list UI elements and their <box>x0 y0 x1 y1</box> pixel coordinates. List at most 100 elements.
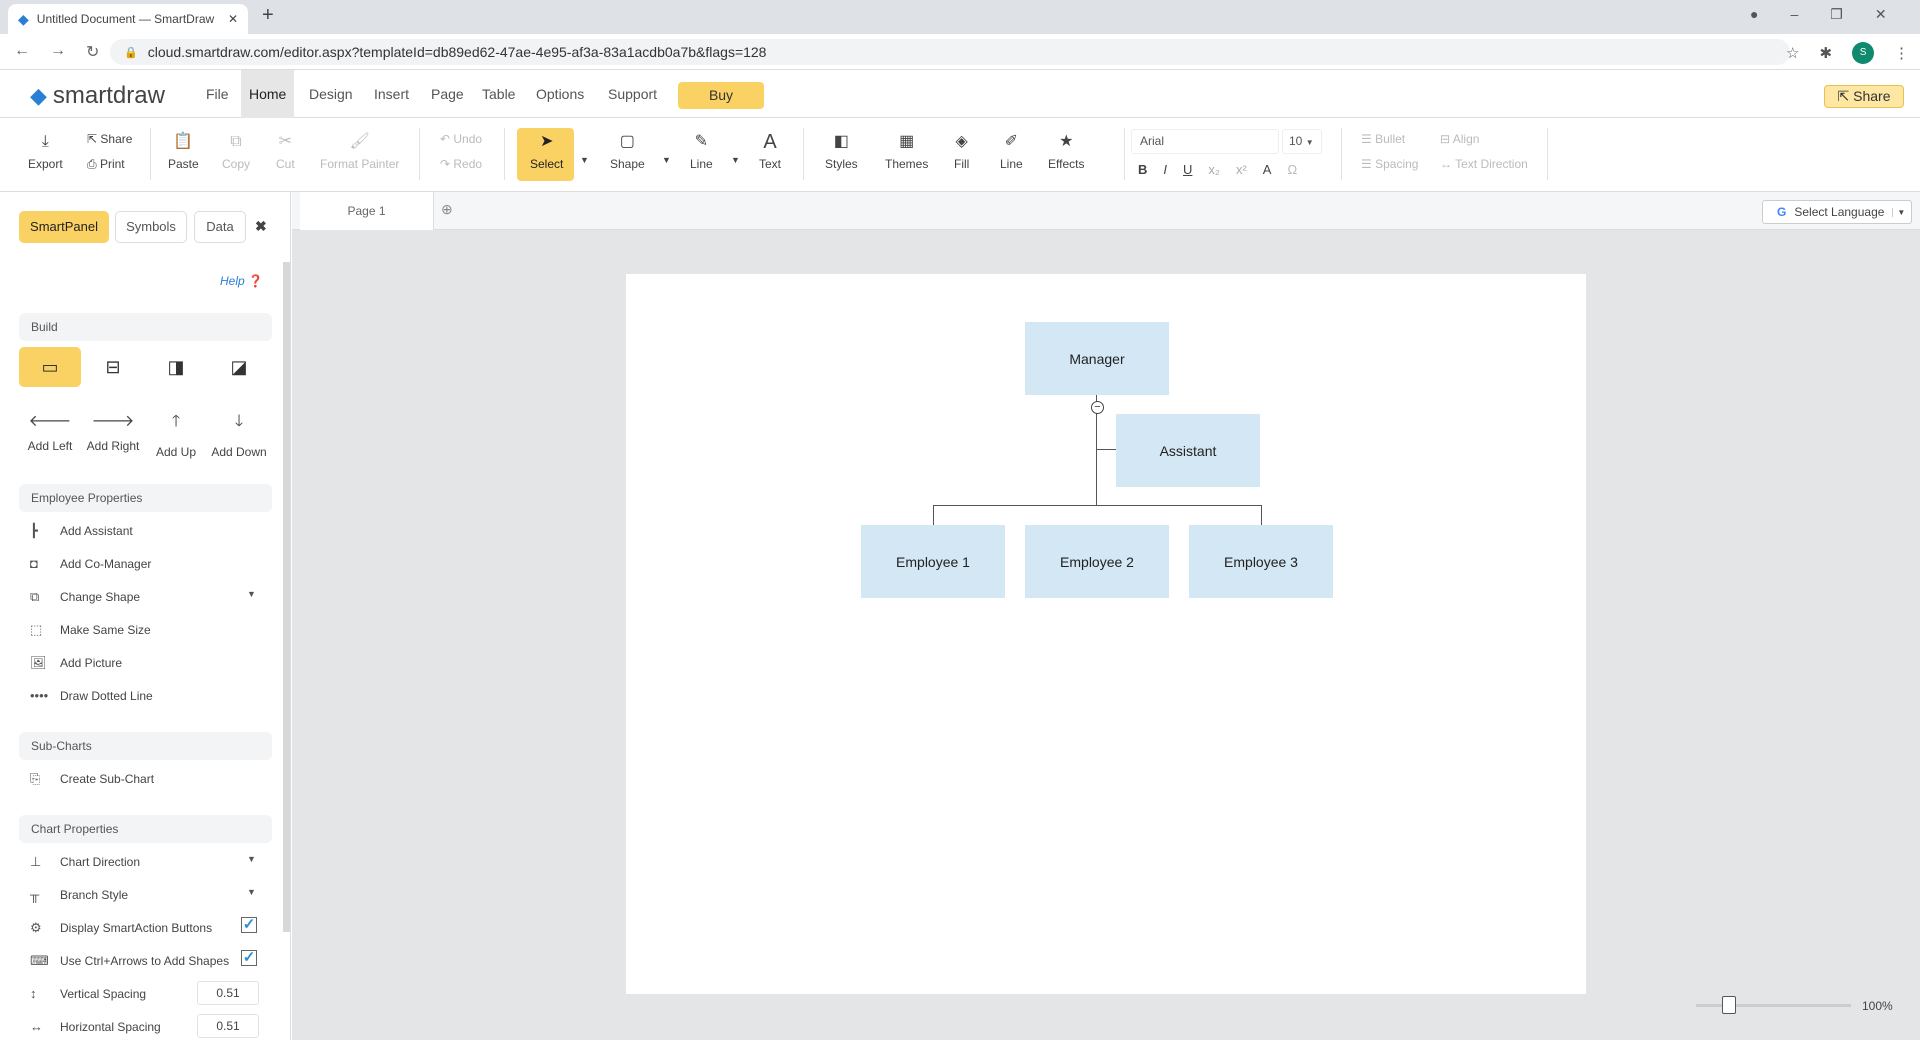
text-button[interactable]: A Text <box>759 132 781 171</box>
org-node-employee[interactable]: Employee 2 <box>1025 525 1169 598</box>
menu-options[interactable]: Options <box>528 70 592 118</box>
org-node-employee[interactable]: Employee 3 <box>1189 525 1333 598</box>
reload-icon[interactable]: ↻ <box>86 42 99 62</box>
export-button[interactable]: ⤓ Export <box>28 133 63 171</box>
special-char-icon[interactable]: Ω <box>1287 162 1297 177</box>
add-co-manager-item[interactable]: ◘ Add Co-Manager <box>30 556 151 571</box>
font-size-select[interactable]: 10 ▼ <box>1282 129 1322 154</box>
tab-data[interactable]: Data <box>194 211 246 243</box>
line-button[interactable]: ✎ Line <box>690 133 713 171</box>
create-sub-chart-item[interactable]: ⎘ Create Sub-Chart <box>30 771 154 787</box>
close-panel-icon[interactable]: ✖ <box>255 218 267 235</box>
menu-page[interactable]: Page <box>423 70 472 118</box>
menu-home[interactable]: Home <box>241 70 295 118</box>
make-same-size-item[interactable]: ⬚ Make Same Size <box>30 622 151 638</box>
print-button[interactable]: ⎙ Print <box>87 157 125 172</box>
themes-button[interactable]: ▦ Themes <box>885 133 928 171</box>
line-style-button[interactable]: ✐ Line <box>1000 133 1023 171</box>
fill-button[interactable]: ◈ Fill <box>954 133 969 171</box>
styles-button[interactable]: ◧ Styles <box>825 133 858 171</box>
horizontal-spacing-input[interactable]: 0.51 <box>197 1014 259 1038</box>
add-page-icon[interactable]: ⊕ <box>441 201 453 218</box>
paste-button[interactable]: 📋 Paste <box>168 133 199 171</box>
text-direction-button[interactable]: ↔ Text Direction <box>1440 157 1528 171</box>
ctrl-arrows-checkbox[interactable]: ✓ <box>241 950 257 966</box>
redo-button[interactable]: ↷ Redo <box>440 157 482 171</box>
browser-tab[interactable]: ◆ Untitled Document — SmartDraw ✕ <box>8 4 248 34</box>
close-tab-icon[interactable]: ✕ <box>228 12 238 26</box>
build-layout-box[interactable]: ▭ <box>19 347 81 387</box>
menu-support[interactable]: Support <box>600 70 665 118</box>
zoom-slider-track[interactable] <box>1696 1004 1851 1007</box>
share-button[interactable]: ⇱ Share <box>1824 85 1904 108</box>
menu-design[interactable]: Design <box>301 70 361 118</box>
chevron-down-icon[interactable]: ▼ <box>247 589 256 599</box>
back-icon[interactable]: ← <box>14 42 30 62</box>
zoom-slider-thumb[interactable] <box>1722 996 1736 1014</box>
draw-dotted-line-item[interactable]: •••• Draw Dotted Line <box>30 688 153 703</box>
add-picture-item[interactable]: 🖼 Add Picture <box>30 655 122 671</box>
add-down-button[interactable]: 🡓 Add Down <box>208 410 270 459</box>
add-up-button[interactable]: 🡑 Add Up <box>145 410 207 459</box>
superscript-icon[interactable]: x² <box>1236 162 1247 177</box>
shape-dropdown-icon[interactable]: ▼ <box>662 155 671 165</box>
build-layout-split[interactable]: ⊟ <box>82 347 144 387</box>
add-right-button[interactable]: 🡒 Add Right <box>82 410 144 453</box>
browser-menu-icon[interactable]: ⋮ <box>1894 44 1909 62</box>
font-color-icon[interactable]: A <box>1263 162 1272 177</box>
chevron-down-icon[interactable]: ▼ <box>247 887 256 897</box>
build-layout-photo-split[interactable]: ◪ <box>208 347 270 387</box>
effects-button[interactable]: ★ Effects <box>1048 133 1084 171</box>
close-window-icon[interactable]: ✕ <box>1875 6 1887 23</box>
font-family-select[interactable]: Arial <box>1131 129 1279 154</box>
tab-page-1[interactable]: Page 1 <box>300 192 434 230</box>
shape-button[interactable]: ▢ Shape <box>610 133 645 171</box>
bookmark-star-icon[interactable]: ☆ <box>1786 44 1799 62</box>
line-dropdown-icon[interactable]: ▼ <box>731 155 740 165</box>
cut-button[interactable]: ✂ Cut <box>276 133 295 171</box>
menu-insert[interactable]: Insert <box>366 70 417 118</box>
add-assistant-item[interactable]: ┣ Add Assistant <box>30 523 133 539</box>
underline-icon[interactable]: U <box>1183 162 1192 177</box>
tab-smartpanel[interactable]: SmartPanel <box>19 211 109 243</box>
minimize-icon[interactable]: – <box>1790 6 1798 23</box>
panel-scrollbar[interactable] <box>283 262 290 932</box>
bold-icon[interactable]: B <box>1138 162 1147 177</box>
display-smartaction-checkbox[interactable]: ✓ <box>241 917 257 933</box>
add-left-button[interactable]: 🡐 Add Left <box>19 410 81 453</box>
copy-button[interactable]: ⧉ Copy <box>222 133 250 171</box>
subscript-icon[interactable]: x₂ <box>1208 162 1220 177</box>
select-dropdown-icon[interactable]: ▼ <box>580 155 589 165</box>
bullet-button[interactable]: ☰ Bullet <box>1361 132 1405 146</box>
org-node-manager[interactable]: Manager <box>1025 322 1169 395</box>
undo-button[interactable]: ↶ Undo <box>440 132 482 146</box>
change-shape-item[interactable]: ⧉ Change Shape <box>30 589 140 605</box>
menu-table[interactable]: Table <box>474 70 523 118</box>
branch-style-item[interactable]: ╥ Branch Style <box>30 887 128 902</box>
collapse-icon[interactable]: − <box>1091 401 1104 414</box>
new-tab-button[interactable]: + <box>262 4 274 27</box>
restore-icon[interactable]: ❐ <box>1830 6 1843 23</box>
tab-symbols[interactable]: Symbols <box>115 211 187 243</box>
share-tool-button[interactable]: ⇱ Share <box>87 132 132 146</box>
italic-icon[interactable]: I <box>1163 162 1167 177</box>
build-layout-photo[interactable]: ◨ <box>145 347 207 387</box>
org-node-employee[interactable]: Employee 1 <box>861 525 1005 598</box>
help-link[interactable]: Help ❓ <box>220 274 263 288</box>
url-input[interactable]: 🔒 cloud.smartdraw.com/editor.aspx?templa… <box>110 39 1790 65</box>
forward-icon[interactable]: → <box>50 42 66 62</box>
vertical-spacing-input[interactable]: 0.51 <box>197 981 259 1005</box>
extensions-icon[interactable]: ✱ <box>1819 44 1832 62</box>
menu-file[interactable]: File <box>198 70 237 118</box>
spacing-button[interactable]: ☰ Spacing <box>1361 157 1418 171</box>
chevron-down-icon[interactable]: ▼ <box>247 854 256 864</box>
profile-menu-icon[interactable]: ● <box>1750 6 1758 23</box>
org-node-assistant[interactable]: Assistant <box>1116 414 1260 487</box>
format-painter-button[interactable]: 🖌 Format Painter <box>320 133 399 171</box>
avatar[interactable]: S <box>1852 42 1875 64</box>
language-select[interactable]: G Select Language ▼ <box>1762 200 1912 224</box>
chart-direction-item[interactable]: ⊥ Chart Direction <box>30 854 140 870</box>
select-button[interactable]: ➤ Select <box>530 133 563 171</box>
buy-button[interactable]: Buy <box>678 82 764 109</box>
align-button[interactable]: ⊟ Align <box>1440 132 1479 146</box>
